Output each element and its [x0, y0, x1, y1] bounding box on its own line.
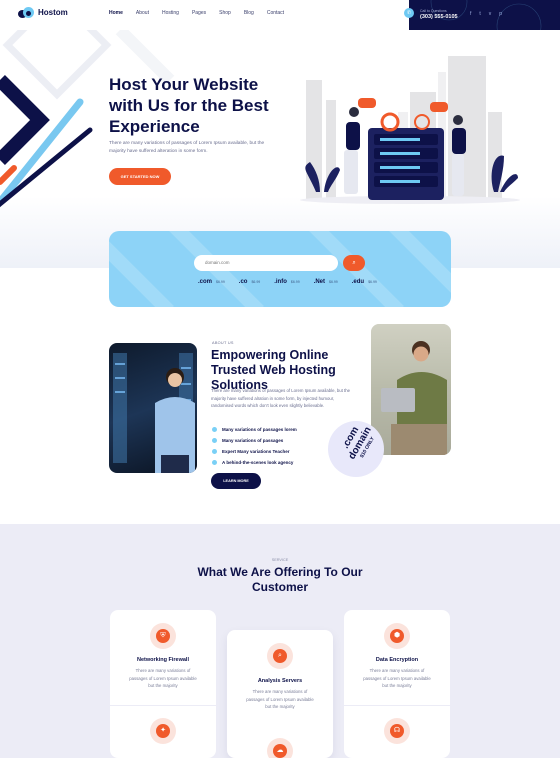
logo[interactable]: Hostom [18, 7, 68, 18]
tld-price: $6.99 [329, 280, 338, 284]
about-description: There are many variations of passages of… [211, 388, 351, 408]
nav-shop[interactable]: Shop [219, 10, 231, 16]
tld-name: .edu [351, 279, 365, 285]
service-card-title: Networking Firewall [137, 657, 189, 663]
lock-icon: ✦ [150, 718, 176, 744]
vimeo-icon[interactable]: v [489, 11, 492, 17]
nav-pages[interactable]: Pages [192, 10, 206, 16]
service-card-title: Data Encryption [375, 657, 419, 663]
tld-name: .com [198, 279, 213, 285]
nav-contact[interactable]: Contact [267, 10, 284, 16]
card-divider [344, 705, 450, 706]
nav-about[interactable]: About [136, 10, 149, 16]
hero-description: There are many variations of passages of… [109, 141, 265, 154]
tld-price: $6.99 [251, 280, 261, 284]
feature-item: A behind-the-scenes look agency [212, 457, 297, 468]
tld-price-list: .com $6.99 .co $6.99 .info $6.99 .Net $6… [198, 279, 377, 285]
service-card-title: Analysis Servers [257, 678, 303, 684]
pinterest-icon[interactable]: p [499, 11, 502, 17]
service-card-desc: There are many variations of passages of… [246, 689, 314, 709]
tld-item: .edu $6.99 [352, 279, 377, 285]
tld-name: .Net [313, 279, 325, 285]
feature-list: Many variations of passages lorem Many v… [212, 424, 297, 468]
nav-blog[interactable]: Blog [244, 10, 254, 16]
contact-label: Call to Questions [420, 9, 447, 13]
feature-item: Many variations of passages lorem [212, 424, 297, 435]
nav-home[interactable]: Home [109, 10, 123, 16]
server-search-icon: ⌕ [267, 643, 293, 669]
service-card-desc: There are many variations of passages of… [363, 668, 431, 688]
get-started-button[interactable]: GET STARTED NOW [109, 168, 171, 185]
feature-text: Many variations of passages lorem [222, 427, 297, 432]
feature-item: Expert Many variations Teacher [212, 446, 297, 457]
tld-price: $6.99 [368, 280, 377, 284]
check-icon [212, 460, 217, 465]
datacenter-illustration [113, 353, 195, 473]
contact-phone[interactable]: (303) 555-0105 [420, 14, 458, 20]
logo-cloud-icon [18, 7, 34, 18]
check-icon [212, 449, 217, 454]
headset-icon: ☊ [384, 718, 410, 744]
about-photo-datacenter [109, 343, 197, 473]
check-icon [212, 427, 217, 432]
feature-text: Many variations of passages [222, 438, 284, 443]
man-laptop-illustration [371, 324, 451, 455]
main-nav: Home About Hosting Pages Shop Blog Conta… [109, 10, 284, 16]
tld-price: $6.99 [290, 280, 300, 284]
learn-more-button[interactable]: LEARN MORE [211, 473, 261, 489]
services-title: What We Are Offering To Our Customer [197, 565, 363, 594]
feature-text: A behind-the-scenes look agency [222, 460, 294, 465]
domain-search-button[interactable]: ⌕ [343, 255, 365, 271]
services-tag: SERVICE [271, 558, 289, 562]
feature-item: Many variations of passages [212, 435, 297, 446]
search-icon: ⌕ [352, 260, 356, 266]
data-lock-icon: ⬢ [384, 623, 410, 649]
facebook-icon[interactable]: f [470, 11, 471, 17]
about-tag: ABOUT US [212, 341, 234, 345]
tld-item: .com $6.99 [198, 279, 225, 285]
cloud-icon: ☁ [267, 738, 293, 758]
domain-search-input[interactable] [194, 255, 338, 271]
nav-hosting[interactable]: Hosting [162, 10, 179, 16]
hero-illustration [300, 56, 520, 204]
tld-name: .co [238, 279, 248, 285]
tld-item: .co $6.99 [239, 279, 260, 285]
feature-text: Expert Many variations Teacher [222, 449, 290, 454]
card-divider [110, 705, 216, 706]
shield-icon: ⛨ [150, 623, 176, 649]
tld-price: $6.99 [216, 280, 225, 284]
service-card-desc: There are many variations of passages of… [129, 668, 197, 688]
phone-icon: ✆ [404, 8, 414, 18]
social-links: f t v p [470, 11, 502, 17]
twitter-icon[interactable]: t [479, 11, 480, 17]
logo-text: Hostom [38, 8, 68, 17]
check-icon [212, 438, 217, 443]
about-photo-man-laptop [371, 324, 451, 455]
hero-title: Host Your Website with Us for the Best E… [109, 75, 269, 136]
tld-item: .Net $6.99 [314, 279, 338, 285]
tld-item: .info $6.99 [274, 279, 299, 285]
tld-name: .info [274, 279, 287, 285]
